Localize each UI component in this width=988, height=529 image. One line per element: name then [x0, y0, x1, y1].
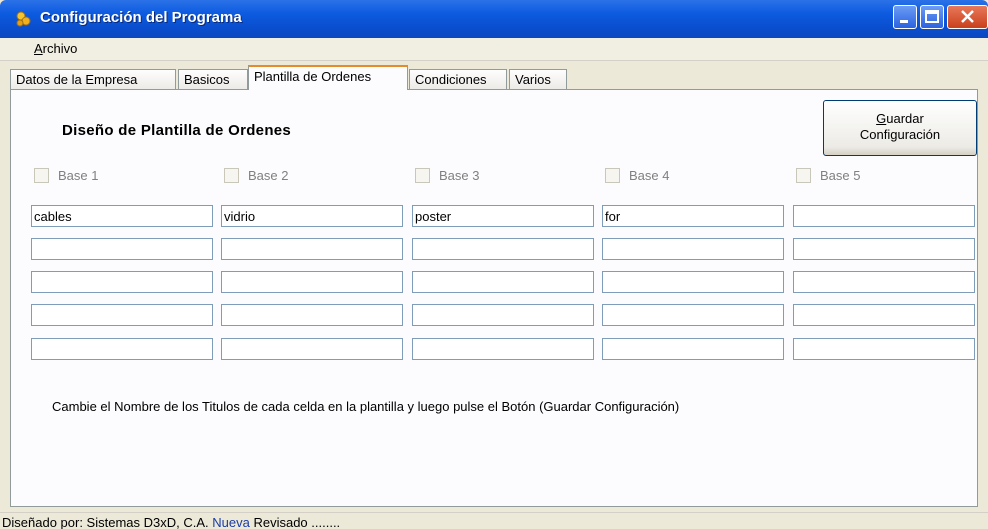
checkbox-box[interactable]	[605, 168, 620, 183]
minimize-icon	[900, 20, 908, 23]
status-text: Diseñado por: Sistemas D3xD, C.A. Nueva …	[2, 515, 340, 529]
instructions-text: Cambie el Nombre de los Titulos de cada …	[52, 399, 680, 414]
checkbox-label: Base 5	[820, 168, 861, 183]
template-cell-r3-c1[interactable]	[31, 271, 213, 293]
checkbox-box[interactable]	[415, 168, 430, 183]
status-revisado: Revisado ........	[253, 515, 341, 529]
template-cell-r4-c5[interactable]	[793, 304, 975, 326]
template-cell-r3-c4[interactable]	[602, 271, 784, 293]
checkbox-box[interactable]	[34, 168, 49, 183]
template-cell-r2-c5[interactable]	[793, 238, 975, 260]
checkbox-label: Base 1	[58, 168, 99, 183]
status-nueva: Nueva	[212, 515, 250, 529]
checkbox-label: Base 2	[248, 168, 289, 183]
template-cell-r5-c2[interactable]	[221, 338, 403, 360]
checkbox-box[interactable]	[224, 168, 239, 183]
template-cell-r5-c4[interactable]	[602, 338, 784, 360]
template-cell-r5-c3[interactable]	[412, 338, 594, 360]
template-cell-r3-c5[interactable]	[793, 271, 975, 293]
save-button-label-line1: Guardar	[876, 111, 924, 126]
template-cell-r4-c2[interactable]	[221, 304, 403, 326]
template-cell-r1-c4[interactable]: for	[602, 205, 784, 227]
maximize-button[interactable]	[920, 5, 944, 29]
template-cell-r4-c4[interactable]	[602, 304, 784, 326]
status-bar: Diseñado por: Sistemas D3xD, C.A. Nueva …	[0, 512, 988, 529]
tab-basicos[interactable]: Basicos	[178, 69, 248, 89]
checkbox-label: Base 4	[629, 168, 670, 183]
tab-varios[interactable]: Varios	[509, 69, 567, 89]
title-bar[interactable]: Configuración del Programa	[0, 0, 988, 38]
checkbox-box[interactable]	[796, 168, 811, 183]
template-cell-r1-c2[interactable]: vidrio	[221, 205, 403, 227]
status-credit: Diseñado por: Sistemas D3xD, C.A.	[2, 515, 209, 529]
save-configuration-button[interactable]: Guardar Configuración	[823, 100, 977, 156]
template-cell-r2-c3[interactable]	[412, 238, 594, 260]
app-icon	[16, 11, 31, 27]
close-icon	[961, 10, 974, 23]
tab-condiciones[interactable]: Condiciones	[409, 69, 507, 89]
template-cell-r2-c2[interactable]	[221, 238, 403, 260]
window-title: Configuración del Programa	[40, 9, 242, 26]
minimize-button[interactable]	[893, 5, 917, 29]
menu-archivo[interactable]: Archivo	[34, 41, 77, 56]
template-cell-r1-c1[interactable]: cables	[31, 205, 213, 227]
template-cell-r1-c5[interactable]	[793, 205, 975, 227]
template-cell-r3-c3[interactable]	[412, 271, 594, 293]
template-cell-r5-c1[interactable]	[31, 338, 213, 360]
template-cell-r5-c5[interactable]	[793, 338, 975, 360]
panel-heading: Diseño de Plantilla de Ordenes	[62, 122, 292, 139]
tab-datos-empresa[interactable]: Datos de la Empresa	[10, 69, 176, 89]
config-window: Configuración del Programa Archivo Datos…	[0, 0, 988, 529]
tab-plantilla-ordenes[interactable]: Plantilla de Ordenes	[248, 65, 408, 90]
close-button[interactable]	[947, 5, 988, 29]
template-cell-r3-c2[interactable]	[221, 271, 403, 293]
save-button-label-line2: Configuración	[859, 127, 941, 142]
template-cell-r4-c1[interactable]	[31, 304, 213, 326]
template-cell-r2-c4[interactable]	[602, 238, 784, 260]
template-cell-r4-c3[interactable]	[412, 304, 594, 326]
maximize-icon	[925, 10, 939, 23]
checkbox-label: Base 3	[439, 168, 480, 183]
template-cell-r1-c3[interactable]: poster	[412, 205, 594, 227]
template-cell-r2-c1[interactable]	[31, 238, 213, 260]
menu-bar: Archivo	[0, 38, 988, 61]
